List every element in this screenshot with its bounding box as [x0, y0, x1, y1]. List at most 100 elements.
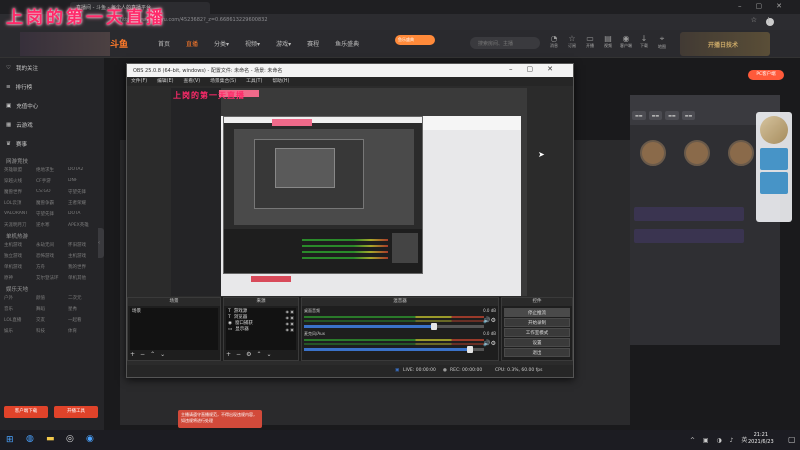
taskbar-clock[interactable]: 21:21 2021/6/23: [748, 432, 774, 446]
volume-slider[interactable]: [304, 323, 484, 330]
source-item[interactable]: ▭ 显示器 ◉ ▣: [226, 326, 296, 333]
category-link[interactable]: DNF: [68, 178, 100, 184]
category-link[interactable]: 颜值: [36, 295, 68, 301]
category-link[interactable]: 主机游戏: [4, 242, 36, 248]
category-link[interactable]: VALORANT: [4, 211, 36, 217]
nav-festival[interactable]: 鱼乐盛典: [335, 39, 359, 48]
action-video[interactable]: ▤ 视频: [602, 34, 614, 50]
pc-client-badge[interactable]: PC客户端: [748, 70, 784, 80]
sidebar-item-cloudgame[interactable]: ▦ 云游戏: [0, 115, 104, 134]
move-down-icon[interactable]: ⌄: [160, 351, 165, 359]
category-link[interactable]: 独立游戏: [4, 253, 36, 259]
category-link[interactable]: 恐怖游戏: [36, 253, 68, 259]
stop-streaming-button[interactable]: 停止推流: [504, 308, 570, 317]
category-link[interactable]: 音乐: [4, 306, 36, 312]
sources-list[interactable]: T 游戏源 ◉ ▣ T 浏览器 ◉ ▣ ◉ 窗口捕获 ◉ ▣ ▭ 显示器 ◉ ▣: [226, 308, 296, 350]
chat-tab[interactable]: ▬▬: [632, 111, 646, 120]
category-link[interactable]: 怀旧游戏: [68, 242, 100, 248]
gear-icon[interactable]: ⚙: [246, 351, 251, 359]
action-messages[interactable]: ◔ 消息: [548, 34, 560, 50]
nav-video[interactable]: 视频▾: [245, 39, 260, 48]
category-link[interactable]: 王者荣耀: [68, 200, 100, 206]
avatar[interactable]: [640, 140, 666, 166]
category-link[interactable]: DOTA2: [68, 167, 100, 173]
category-link[interactable]: 原神: [4, 275, 36, 281]
window-controls[interactable]: –▢✕: [738, 2, 796, 10]
action-subscribe[interactable]: ☆ 订阅: [566, 34, 578, 50]
header-banner-right[interactable]: 开播日技术: [680, 32, 770, 56]
nav-game[interactable]: 游戏▾: [276, 39, 291, 48]
site-logo[interactable]: 斗鱼: [110, 37, 128, 50]
chat-tab[interactable]: ▬▬: [648, 111, 663, 120]
folder-icon[interactable]: ▬: [46, 434, 55, 444]
category-link[interactable]: 永劫无间: [36, 242, 68, 248]
system-tray-icons[interactable]: ^ ▣ ◑ ♪ 英: [690, 435, 750, 444]
category-link[interactable]: 魔兽争霸: [36, 200, 68, 206]
category-link[interactable]: 科技: [36, 328, 68, 334]
category-link[interactable]: 魔兽世界: [4, 189, 36, 195]
category-link[interactable]: 舞蹈: [36, 306, 68, 312]
windows-start-icon[interactable]: ⊞: [6, 435, 14, 445]
exit-button[interactable]: 退出: [504, 348, 570, 357]
menu-tools[interactable]: 工具(T): [246, 77, 262, 86]
action-client[interactable]: ◉ 客户端: [620, 34, 632, 50]
client-download-button[interactable]: 客户端下载: [4, 406, 48, 418]
category-link[interactable]: 单机其他: [68, 275, 100, 281]
notification-icon[interactable]: ▢: [788, 435, 796, 444]
menu-scene-collection[interactable]: 场景集合(S): [210, 77, 236, 86]
visibility-icon[interactable]: ◉ ▣: [285, 321, 296, 326]
category-link[interactable]: DOTA: [68, 211, 100, 217]
category-link[interactable]: 单机游戏: [4, 264, 36, 270]
category-link[interactable]: 守望先锋: [36, 211, 68, 217]
remove-icon[interactable]: −: [140, 351, 145, 359]
volume-knob[interactable]: [430, 323, 437, 330]
menu-help[interactable]: 帮助(H): [272, 77, 289, 86]
settings-button[interactable]: 设置: [504, 338, 570, 347]
category-link[interactable]: 户外: [4, 295, 36, 301]
sidebar-item-rank[interactable]: ≡ 排行榜: [0, 77, 104, 96]
browser-toolbar-icons[interactable]: ☆⋮: [751, 16, 780, 24]
avatar[interactable]: [728, 140, 754, 166]
category-link[interactable]: 一起看: [68, 317, 100, 323]
action-download[interactable]: ↓ 下载: [638, 34, 650, 50]
volume-slider[interactable]: [304, 346, 484, 353]
category-link[interactable]: 我的世界: [68, 264, 100, 270]
speaker-icon[interactable]: 🔊⚙: [483, 340, 496, 347]
browser-taskbar-icon[interactable]: ◉: [86, 434, 94, 444]
nav-category[interactable]: 分类▾: [214, 39, 229, 48]
studio-mode-button[interactable]: 工作室模式: [504, 328, 570, 337]
sidebar-item-events[interactable]: ♛ 赛事: [0, 134, 104, 153]
category-link[interactable]: CF手游: [36, 178, 68, 184]
sidebar-item-recharge[interactable]: ▣ 充值中心: [0, 96, 104, 115]
nav-home[interactable]: 首页: [158, 39, 170, 48]
category-link[interactable]: 艾尔登法环: [36, 275, 68, 281]
nav-live[interactable]: 直播: [186, 39, 198, 48]
menu-view[interactable]: 查看(V): [183, 77, 200, 86]
category-link[interactable]: 英雄联盟: [4, 167, 36, 173]
category-link[interactable]: 交友: [36, 317, 68, 323]
obs-titlebar[interactable]: OBS 25.0.8 (64-bit, windows) - 配置文件: 未命名…: [127, 64, 573, 77]
category-link[interactable]: 方舟: [36, 264, 68, 270]
visibility-icon[interactable]: ◉ ▣: [285, 327, 296, 332]
scenes-list[interactable]: 场景: [130, 308, 218, 350]
add-icon[interactable]: +: [130, 351, 135, 359]
gift-tile[interactable]: [760, 172, 788, 194]
category-link[interactable]: 逆水寒: [36, 222, 68, 228]
category-link[interactable]: 娱乐: [4, 328, 36, 334]
category-link[interactable]: CS:GO: [36, 189, 68, 195]
category-link[interactable]: 二次元: [68, 295, 100, 301]
action-map[interactable]: ⌖ 地图: [656, 34, 668, 50]
gift-tile[interactable]: [760, 148, 788, 170]
chat-tab[interactable]: ▬▬: [681, 111, 696, 120]
edge-icon[interactable]: ◍: [26, 434, 34, 444]
gift-widget[interactable]: [756, 112, 792, 222]
obs-preview[interactable]: 上岗的第一天直播: [171, 88, 527, 296]
volume-knob[interactable]: [466, 346, 473, 353]
visibility-icon[interactable]: ◉ ▣: [285, 309, 296, 314]
add-icon[interactable]: +: [226, 351, 231, 359]
avatar[interactable]: [684, 140, 710, 166]
obs-taskbar-icon[interactable]: ◎: [66, 434, 74, 444]
move-down-icon[interactable]: ⌄: [266, 351, 271, 359]
move-up-icon[interactable]: ⌃: [150, 351, 155, 359]
promo-badge[interactable]: 鱼乐盛典: [395, 35, 435, 45]
